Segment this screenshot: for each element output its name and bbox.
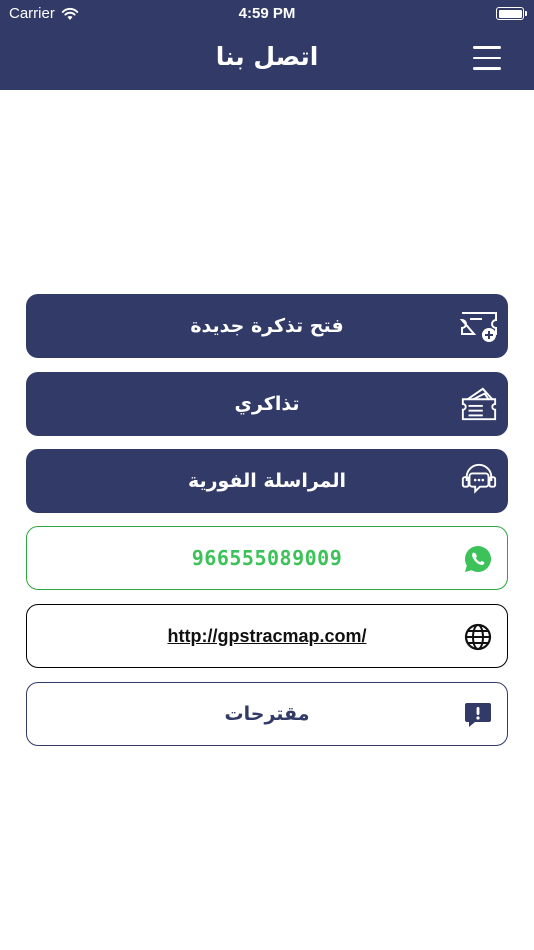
website-link-button[interactable]: http://gpstracmap.com/ [26, 604, 508, 668]
battery-icon [496, 7, 527, 20]
page-title: اتصل بنا [215, 42, 319, 71]
suggestions-label: مقترحات [224, 703, 310, 725]
globe-icon [459, 619, 497, 655]
whatsapp-icon [459, 541, 497, 577]
my-tickets-label: تذاكري [234, 393, 300, 415]
hamburger-icon [473, 46, 501, 49]
website-url[interactable]: http://gpstracmap.com/ [167, 626, 366, 647]
tickets-stack-icon [460, 386, 498, 422]
my-tickets-button[interactable]: تذاكري [26, 372, 508, 436]
new-ticket-button[interactable]: فتح تذكرة جديدة [26, 294, 508, 358]
feedback-bubble-icon [459, 697, 497, 733]
new-ticket-label: فتح تذكرة جديدة [190, 315, 344, 337]
phone-number: 966555089009 [191, 546, 343, 570]
hamburger-menu-button[interactable] [473, 46, 501, 72]
live-chat-label: المراسلة الفورية [187, 470, 347, 492]
whatsapp-phone-button[interactable]: 966555089009 [26, 526, 508, 590]
live-chat-button[interactable]: المراسلة الفورية [26, 449, 508, 513]
ticket-plus-icon [460, 308, 498, 344]
nav-bar: اتصل بنا [0, 28, 534, 90]
status-time: 4:59 PM [238, 5, 296, 22]
suggestions-button[interactable]: مقترحات [26, 682, 508, 746]
status-bar: Carrier 4:59 PM [0, 0, 534, 28]
headset-chat-icon [460, 463, 498, 499]
